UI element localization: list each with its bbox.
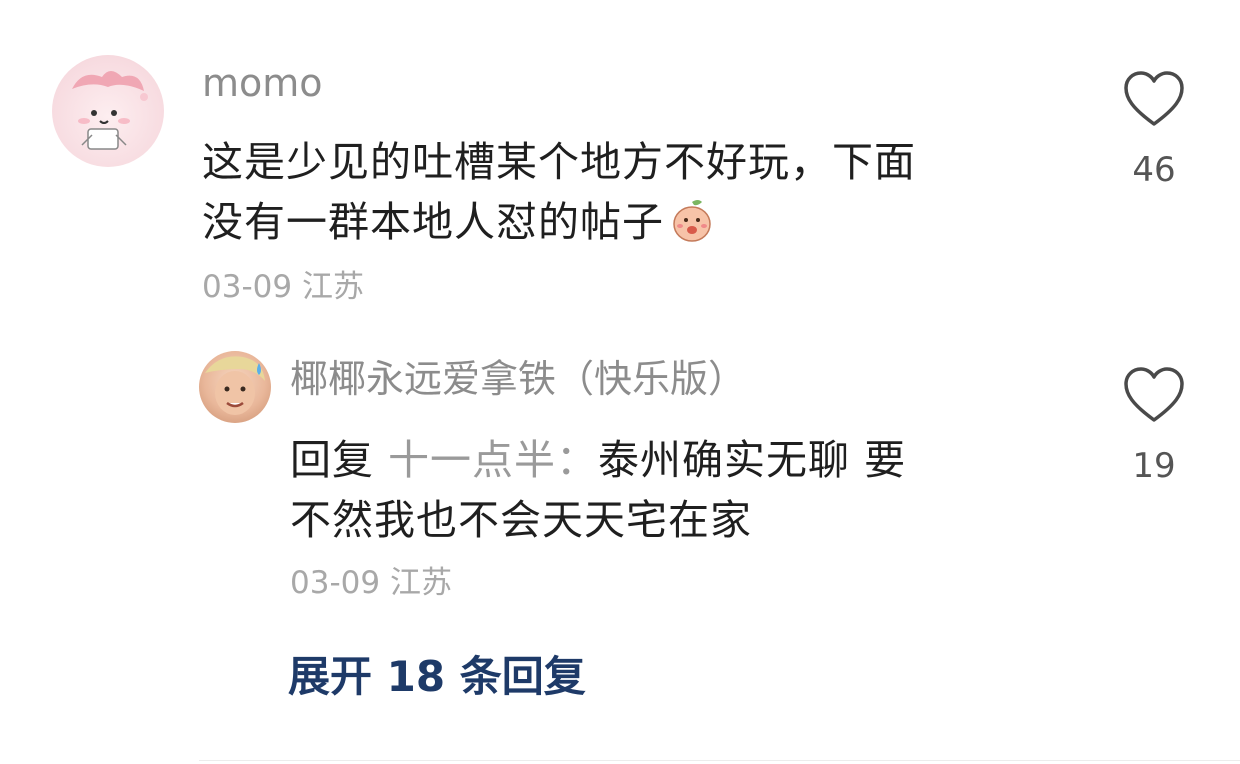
reply-text-line1-rest: 泰州确实无聊 要 [598, 436, 907, 484]
heart-icon [1124, 71, 1184, 126]
blushing-peach-emoji-icon [673, 200, 711, 242]
comment-text-line1: 这是少见的吐槽某个地方不好玩，下面 [202, 138, 916, 186]
avatar[interactable] [52, 55, 164, 167]
reply-like-button[interactable] [1122, 366, 1186, 426]
reply-text-line1: 回复 十一点半：泰州确实无聊 要 [290, 430, 906, 490]
person-photo-icon [205, 356, 265, 415]
comment-location: 江苏 [301, 269, 364, 305]
reply-mention[interactable]: 十一点半： [388, 436, 598, 484]
divider [199, 760, 1240, 761]
reply-avatar[interactable] [199, 351, 271, 423]
comment-text-line2: 没有一群本地人怼的帖子 [202, 192, 916, 252]
comment-like-button[interactable] [1122, 70, 1186, 130]
cartoon-avatar-icon [72, 71, 148, 150]
reply-location: 江苏 [389, 565, 452, 601]
expand-replies-link[interactable]: 展开 18 条回复 [288, 656, 586, 698]
reply-like-count: 19 [1132, 446, 1176, 486]
comment-text[interactable]: 这是少见的吐槽某个地方不好玩，下面 没有一群本地人怼的帖子 [202, 132, 916, 252]
heart-icon [1124, 367, 1184, 422]
reply-username[interactable]: 椰椰永远爱拿铁（快乐版） [290, 360, 746, 398]
reply-text[interactable]: 回复 十一点半：泰州确实无聊 要 不然我也不会天天宅在家 [290, 430, 906, 550]
reply-prefix: 回复 [290, 436, 374, 484]
reply-meta: 03-09 江苏 [290, 568, 452, 599]
comment-like-count: 46 [1132, 150, 1176, 190]
comment-meta: 03-09 江苏 [202, 272, 364, 303]
comment-text-line2-text: 没有一群本地人怼的帖子 [202, 198, 664, 246]
reply-text-line2: 不然我也不会天天宅在家 [290, 496, 752, 544]
reply-date: 03-09 [290, 565, 381, 601]
comment-date: 03-09 [202, 269, 293, 305]
comment-username[interactable]: momo [202, 64, 323, 102]
